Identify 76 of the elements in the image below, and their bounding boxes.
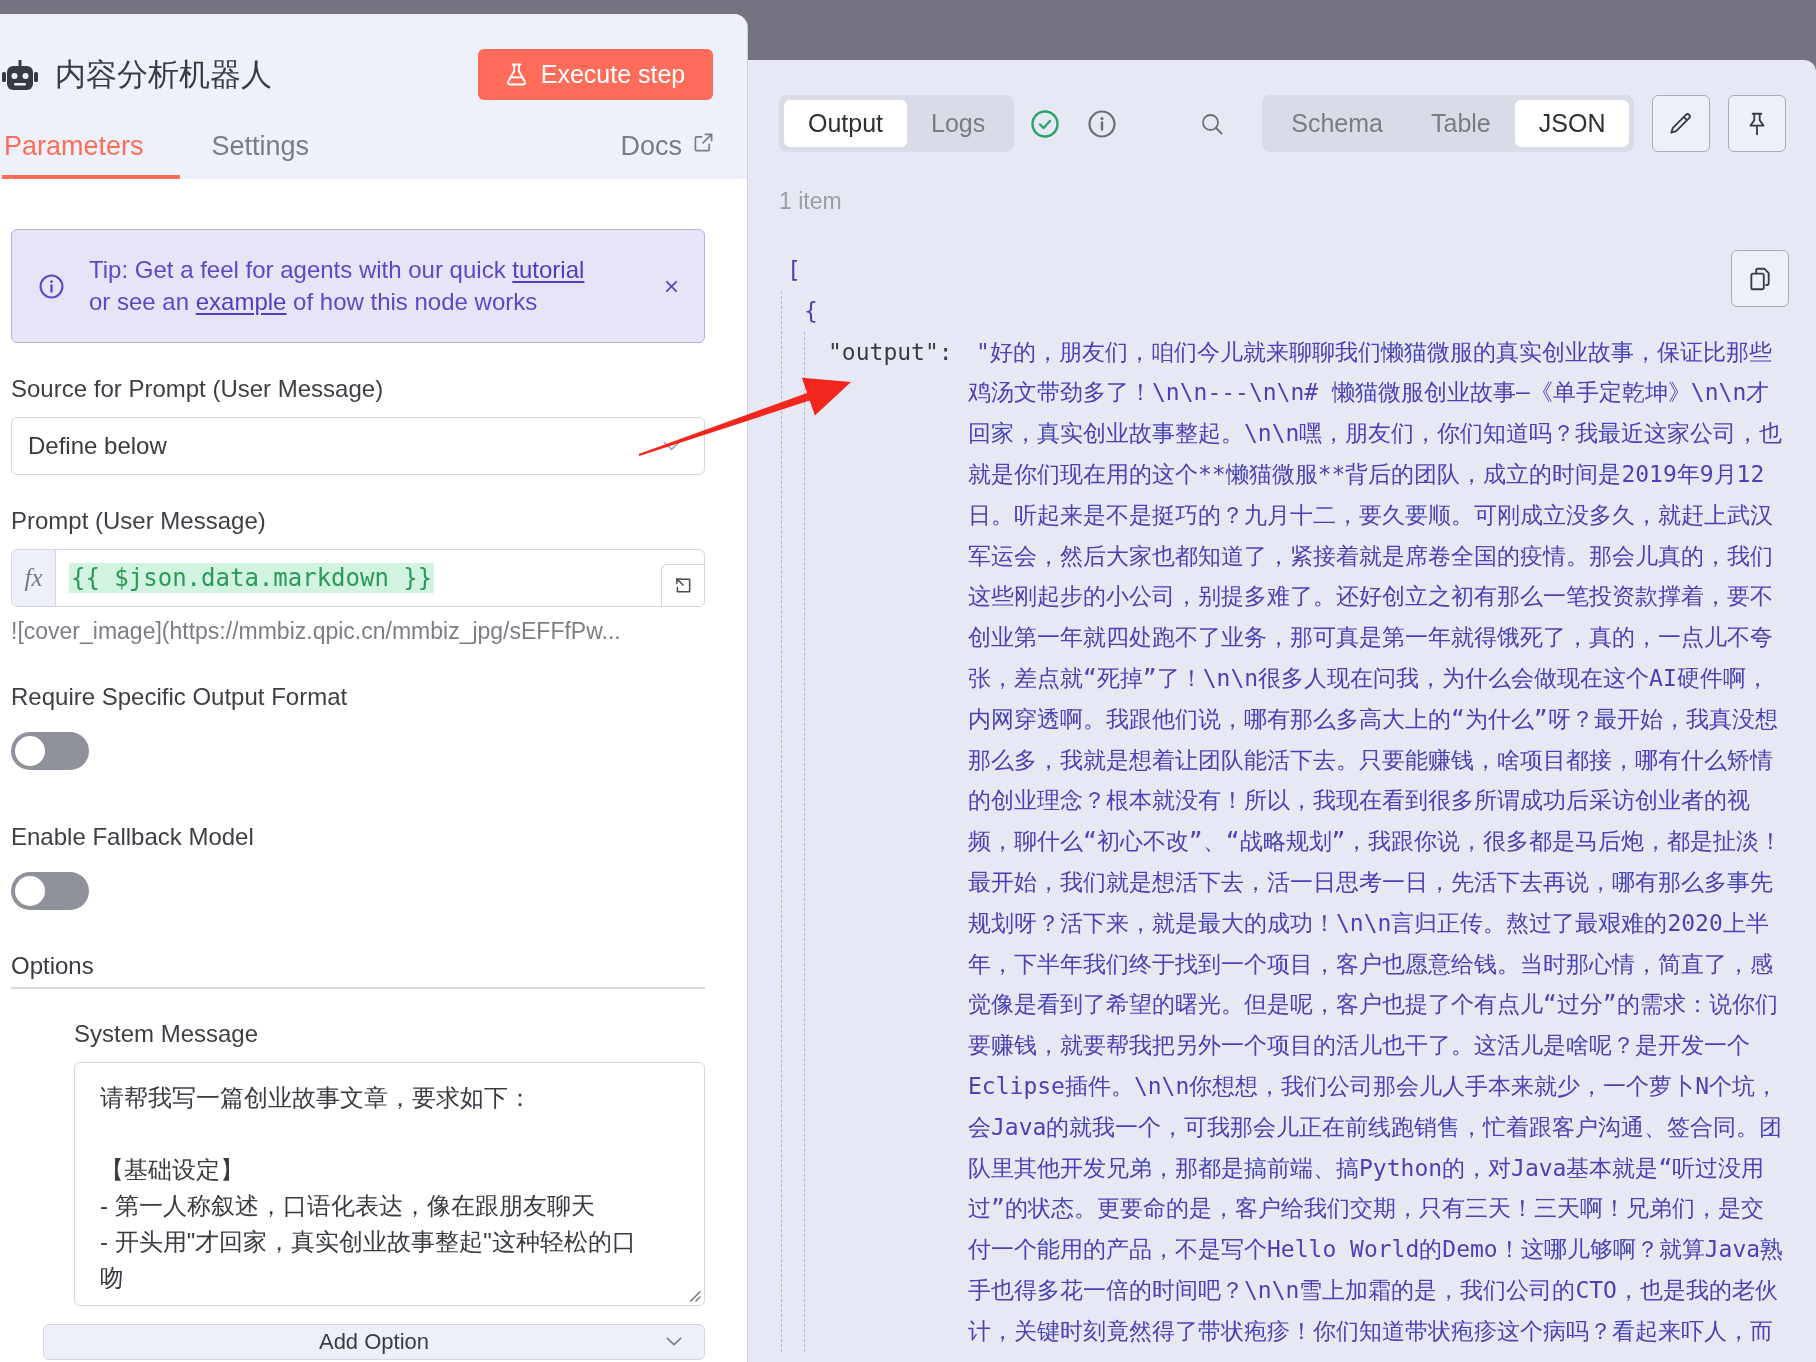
- item-count: 1 item: [779, 187, 842, 215]
- system-message-field[interactable]: 请帮我写一篇创业故事文章，要求如下： 【基础设定】 - 第一人称叙述，口语化表达，像在跟朋友聊天 - 开头用"才回家，真实创业故事整起"这种轻松的口吻: [74, 1062, 705, 1306]
- message-line: - 第一人称叙述，口语化表达，像在跟朋友聊天: [100, 1191, 596, 1221]
- search-icon[interactable]: [1201, 112, 1224, 135]
- external-link-icon: [694, 132, 713, 152]
- json-string-line: 队里其他开发兄弟，那都是搞前端、搞Python的，对Java基本就是“听过没用: [968, 1153, 1765, 1183]
- info-icon[interactable]: [1088, 109, 1117, 138]
- tip-link[interactable]: tutorial: [512, 256, 585, 283]
- expand-button[interactable]: [661, 564, 704, 606]
- json-string-line: 这些刚起步的小公司，别提多难了。还好创立之初有那么一笔投资款撑着，要不: [968, 582, 1773, 612]
- message-line: 请帮我写一篇创业故事文章，要求如下：: [100, 1083, 533, 1113]
- json-string-line: 过”的状态。更要命的是，客户给我们交期，只有三天！三天啊！兄弟们，是交: [968, 1194, 1764, 1224]
- json-string-line: 规划呀？活下来，就是最大的成功！\n\n言归正传。熬过了最艰难的2020上半: [968, 908, 1769, 938]
- view-tab[interactable]: Logs: [907, 100, 1010, 147]
- expression-preview: ![cover_image](https://mmbiz.qpic.cn/mmbiz_jpg/sEFFfPw...: [11, 617, 621, 645]
- json-string-line: 回家，真实创业故事整起。\n\n嘿，朋友们，你们知道吗？我最近这家公司，也: [968, 419, 1783, 449]
- toggle-switch[interactable]: [11, 732, 89, 770]
- tip-text: Tip: Get a feel for agents with our quick tutorial or see an example of how this node works: [89, 255, 586, 317]
- display-mode-tab[interactable]: Table: [1407, 100, 1515, 147]
- expand-icon: [674, 577, 692, 594]
- add-option-button[interactable]: Add Option: [43, 1324, 705, 1360]
- json-string-line: 付一个能用的产品，不是写个Hello World的Demo！这哪儿够啊？就算Java熟: [968, 1235, 1784, 1265]
- info-icon: [39, 273, 64, 299]
- chevron-icon: [663, 441, 680, 451]
- json-string-line: 年，下半年我们终于找到一个项目，客户也愿意给钱。当时那心情，简直了，感: [968, 949, 1773, 979]
- copy-icon: [1747, 265, 1773, 292]
- json-string-line: 那么多，我就是想着让团队能活下去。只要能赚钱，啥项目都接，哪有什么矫情: [968, 745, 1773, 775]
- json-string-line: 日。听起来是不是挺巧的？九月十二，要久要顺。可刚成立没多久，就赶上武汉: [968, 500, 1773, 530]
- execute-step-button[interactable]: Execute step: [478, 49, 713, 100]
- json-string-line: 军运会，然后大家也都知道了，紧接着就是席卷全国的疫情。那会儿真的，我们: [968, 541, 1773, 571]
- json-string-line: 最开始，我们就是想活下去，活一日思考一日，先活下去再说，哪有那么多事先: [968, 867, 1773, 897]
- fx-label: fx: [12, 550, 56, 606]
- display-mode-tab[interactable]: JSON: [1514, 100, 1630, 147]
- json-string-line: 会Java的就我一个，可我那会儿正在前线跑销售，忙着跟客户沟通、签合同。团: [968, 1112, 1783, 1142]
- copy-button[interactable]: [1731, 250, 1789, 307]
- json-string-line: 的创业理念？根本就没有！所以，我现在看到很多所谓成功后采访创业者的视: [968, 786, 1750, 816]
- panel-tab[interactable]: Settings: [209, 118, 346, 179]
- expression-field[interactable]: fx {{ $json.data.markdown }}: [11, 549, 705, 607]
- json-key: "output":: [828, 331, 968, 373]
- panel-tab[interactable]: Parameters: [2, 118, 180, 179]
- toggle-switch[interactable]: [11, 872, 89, 910]
- message-line: 【基础设定】: [100, 1155, 245, 1185]
- section-title: Options: [11, 951, 94, 981]
- message-line: - 开头用"才回家，真实创业故事整起"这种轻松的口吻: [100, 1227, 637, 1293]
- json-string-line: 内网穿透啊。我跟他们说，哪有那么多高大上的“为什么”呀？最开始，我真没想: [968, 704, 1778, 734]
- json-string-line: "好的，朋友们，咱们今儿就来聊聊我们懒猫微服的真实创业故事，保证比那些: [976, 337, 1772, 367]
- tip-link[interactable]: example: [195, 288, 287, 315]
- display-mode-tab[interactable]: Schema: [1267, 100, 1407, 147]
- json-string-line: 就是你们现在用的这个**懒猫微服**背后的团队，成立的时间是2019年9月12: [968, 460, 1765, 489]
- field-label: System Message: [74, 1019, 259, 1049]
- json-string-line: 鸡汤文带劲多了！\n\n---\n\n# 懒猫微服创业故事—《单手定乾坤》\n\n才: [968, 378, 1770, 408]
- expression-token: {{ $json.data.markdown }}: [69, 563, 435, 593]
- json-brace: {: [804, 296, 818, 326]
- field-label: Prompt (User Message): [11, 506, 267, 536]
- json-string-line: Eclipse插件。\n\n你想想，我们公司那会儿人手本来就少，一个萝卜N个坑，: [968, 1071, 1779, 1101]
- flask-icon: [505, 63, 527, 86]
- select-field[interactable]: Define below: [11, 417, 705, 475]
- json-string-line: 频，聊什么“初心不改”、“战略规划”，我跟你说，很多都是马后炮，都是扯淡！: [968, 827, 1783, 857]
- field-label: Require Specific Output Format: [11, 682, 348, 712]
- node-title: 内容分析机器人: [55, 55, 272, 94]
- resize-grip-icon[interactable]: [688, 1289, 701, 1302]
- json-string-line: 张，差点就“死掉”了！\n\n很多人现在问我，为什么会做现在这个AI硬件啊，: [968, 663, 1769, 693]
- edit-button[interactable]: [1652, 95, 1711, 152]
- chevron-icon: [666, 1337, 682, 1346]
- field-label: Enable Fallback Model: [11, 822, 254, 852]
- pin-button[interactable]: [1728, 95, 1787, 152]
- json-string-line: 手也得多花一倍的时间吧？\n\n雪上加霜的是，我们公司的CTO，也是我的老伙: [968, 1275, 1778, 1305]
- json-string-line: 要赚钱，就要帮我把另外一个项目的活儿也干了。这活儿是啥呢？是开发一个: [968, 1031, 1750, 1061]
- json-bracket: [: [787, 256, 801, 285]
- docs-link[interactable]: Docs: [620, 118, 713, 179]
- close-icon[interactable]: [665, 279, 678, 293]
- view-tab[interactable]: Output: [784, 100, 908, 147]
- json-string-line: 计，关键时刻竟然得了带状疱疹！你们知道带状疱疹这个病吗？看起来吓人，而: [968, 1316, 1773, 1346]
- json-string-line: 觉像是看到了希望的曙光。但是呢，客户也提了个有点儿“过分”的需求：说你们: [968, 990, 1778, 1020]
- json-string-line: 创业第一年就四处跑不了业务，那可真是第一年就得饿死了，真的，一点儿不夸: [968, 623, 1773, 653]
- field-label: Source for Prompt (User Message): [11, 374, 385, 404]
